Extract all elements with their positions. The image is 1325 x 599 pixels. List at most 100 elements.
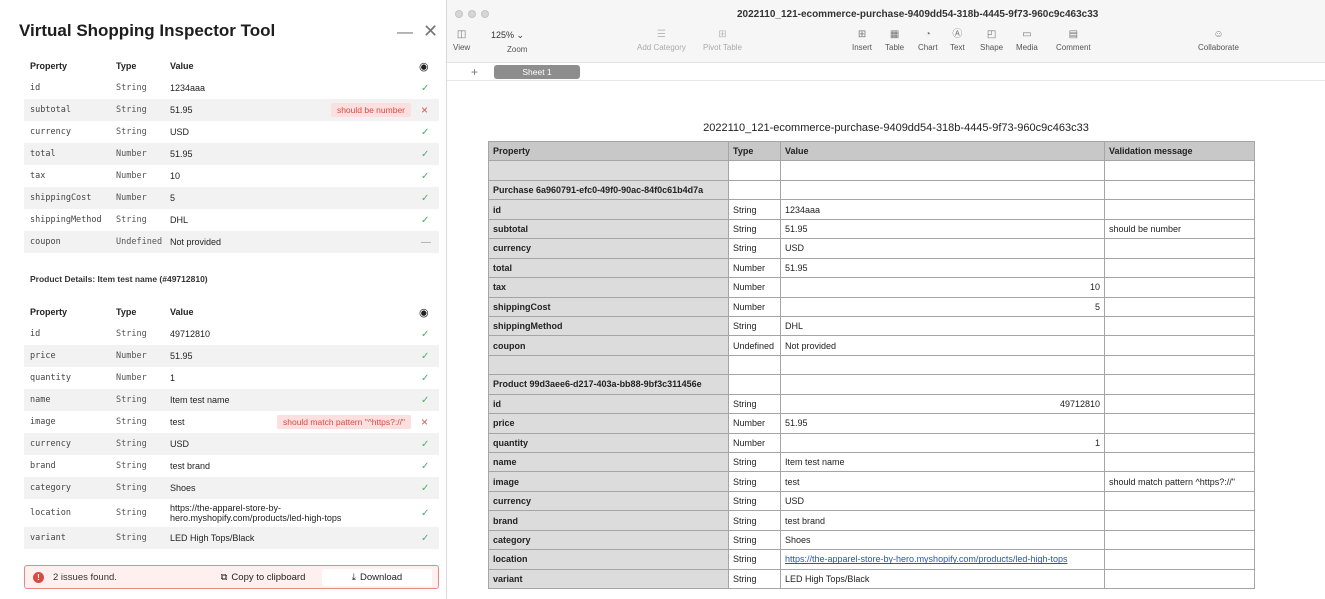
cell-property[interactable]: category [488, 529, 729, 551]
cell-value[interactable]: Shoes [780, 529, 1105, 551]
cell-validation-message[interactable] [1104, 568, 1255, 590]
cell-validation-message[interactable] [1104, 335, 1255, 356]
cell-type[interactable]: String [728, 199, 781, 220]
cell-value[interactable]: 51.95 [780, 257, 1105, 279]
sheet-title[interactable]: 2022110_121-ecommerce-purchase-9409dd54-… [447, 122, 1325, 134]
blank-cell[interactable] [728, 354, 781, 376]
cell-value[interactable]: 1234aaa [780, 199, 1105, 220]
cell-property[interactable]: subtotal [488, 218, 729, 240]
cell-type[interactable]: Undefined [728, 335, 781, 356]
cell-value-link[interactable]: https://the-apparel-store-by-hero.myshop… [780, 549, 1105, 570]
cell-value[interactable]: 51.95 [780, 413, 1105, 434]
cell-type[interactable]: String [728, 393, 781, 415]
blank-cell[interactable] [1104, 374, 1255, 395]
cell-value[interactable]: Not provided [780, 335, 1105, 356]
column-header-property[interactable]: Property [488, 140, 729, 162]
cell-type[interactable]: String [728, 238, 781, 259]
cell-type[interactable]: Number [728, 257, 781, 279]
cell-type[interactable]: String [728, 510, 781, 531]
toolbar-collaborate-button[interactable]: ☺ Collaborate [1198, 28, 1239, 52]
cell-type[interactable]: Number [728, 277, 781, 298]
cell-property[interactable]: location [488, 549, 729, 570]
window-minimize-button[interactable] [468, 10, 476, 18]
blank-cell[interactable] [1104, 354, 1255, 376]
cell-type[interactable]: String [728, 529, 781, 551]
toolbar-text-button[interactable]: Ⓐ Text [950, 28, 965, 52]
cell-validation-message[interactable] [1104, 315, 1255, 337]
cell-validation-message[interactable] [1104, 277, 1255, 298]
cell-property[interactable]: id [488, 199, 729, 220]
cell-property[interactable]: coupon [488, 335, 729, 356]
column-header-type[interactable]: Type [728, 140, 781, 162]
cell-value[interactable]: test brand [780, 510, 1105, 531]
cell-value[interactable]: 10 [780, 277, 1105, 298]
cell-validation-message[interactable] [1104, 490, 1255, 512]
cell-validation-message[interactable] [1104, 432, 1255, 454]
cell-property[interactable]: shippingMethod [488, 315, 729, 337]
blank-cell[interactable] [780, 160, 1105, 181]
cell-type[interactable]: String [728, 549, 781, 570]
toolbar-insert-button[interactable]: ⊞ Insert [852, 28, 872, 52]
cell-type[interactable]: String [728, 218, 781, 240]
cell-property[interactable]: name [488, 451, 729, 473]
toolbar-shape-button[interactable]: ◰ Shape [980, 28, 1003, 52]
tab-sheet-1[interactable]: Sheet 1 [494, 65, 580, 79]
column-header-validation-message[interactable]: Validation message [1104, 140, 1255, 162]
blank-cell[interactable] [780, 179, 1105, 201]
toolbar-zoom[interactable]: Zoom [507, 44, 527, 54]
toolbar-pivot-table-button[interactable]: ⊞ Pivot Table [703, 28, 742, 52]
download-button[interactable]: ⤓ Download [322, 569, 432, 586]
cell-type[interactable]: Number [728, 413, 781, 434]
cell-validation-message[interactable]: should match pattern ^https?://" [1104, 471, 1255, 492]
cell-property[interactable]: currency [488, 490, 729, 512]
cell-property[interactable]: image [488, 471, 729, 492]
cell-type[interactable]: String [728, 315, 781, 337]
group-header-cell[interactable]: Product 99d3aee6-d217-403a-bb88-9bf3c311… [488, 374, 729, 395]
cell-validation-message[interactable] [1104, 257, 1255, 279]
cell-validation-message[interactable] [1104, 529, 1255, 551]
cell-validation-message[interactable] [1104, 451, 1255, 473]
cell-validation-message[interactable] [1104, 393, 1255, 415]
toolbar-table-button[interactable]: ▦ Table [885, 28, 904, 52]
cell-type[interactable]: Number [728, 432, 781, 454]
cell-validation-message[interactable] [1104, 238, 1255, 259]
toolbar-comment-button[interactable]: ▤ Comment [1056, 28, 1091, 52]
cell-property[interactable]: currency [488, 238, 729, 259]
blank-cell[interactable] [728, 179, 781, 201]
blank-cell[interactable] [780, 374, 1105, 395]
blank-cell[interactable] [728, 374, 781, 395]
cell-value[interactable]: Item test name [780, 451, 1105, 473]
cell-value[interactable]: 51.95 [780, 218, 1105, 240]
close-icon[interactable]: ✕ [423, 21, 438, 42]
cell-value[interactable]: USD [780, 238, 1105, 259]
cell-value[interactable]: 49712810 [780, 393, 1105, 415]
toolbar-add-category-button[interactable]: ☰ Add Category [637, 28, 686, 52]
toolbar-media-button[interactable]: ▭ Media [1016, 28, 1038, 52]
cell-validation-message[interactable] [1104, 413, 1255, 434]
blank-cell[interactable] [1104, 179, 1255, 201]
cell-value[interactable]: 1 [780, 432, 1105, 454]
window-close-button[interactable] [455, 10, 463, 18]
column-header-value[interactable]: Value [780, 140, 1105, 162]
toolbar-view-button[interactable]: ◫ View [453, 28, 470, 52]
cell-type[interactable]: Number [728, 296, 781, 317]
blank-cell[interactable] [780, 354, 1105, 376]
cell-property[interactable]: tax [488, 277, 729, 298]
cell-property[interactable]: brand [488, 510, 729, 531]
eye-icon[interactable]: ◉ [419, 60, 429, 73]
add-sheet-icon[interactable]: + [471, 65, 478, 79]
cell-value[interactable]: USD [780, 490, 1105, 512]
cell-type[interactable]: String [728, 471, 781, 492]
cell-property[interactable]: variant [488, 568, 729, 590]
cell-validation-message[interactable] [1104, 510, 1255, 531]
window-zoom-button[interactable] [481, 10, 489, 18]
minimize-icon[interactable]: — [397, 24, 413, 42]
cell-value[interactable]: LED High Tops/Black [780, 568, 1105, 590]
cell-type[interactable]: String [728, 490, 781, 512]
toolbar-chart-button[interactable]: ◔ Chart [918, 28, 938, 52]
cell-property[interactable]: quantity [488, 432, 729, 454]
blank-cell[interactable] [488, 160, 729, 181]
cell-property[interactable]: total [488, 257, 729, 279]
cell-value[interactable]: 5 [780, 296, 1105, 317]
cell-value[interactable]: DHL [780, 315, 1105, 337]
